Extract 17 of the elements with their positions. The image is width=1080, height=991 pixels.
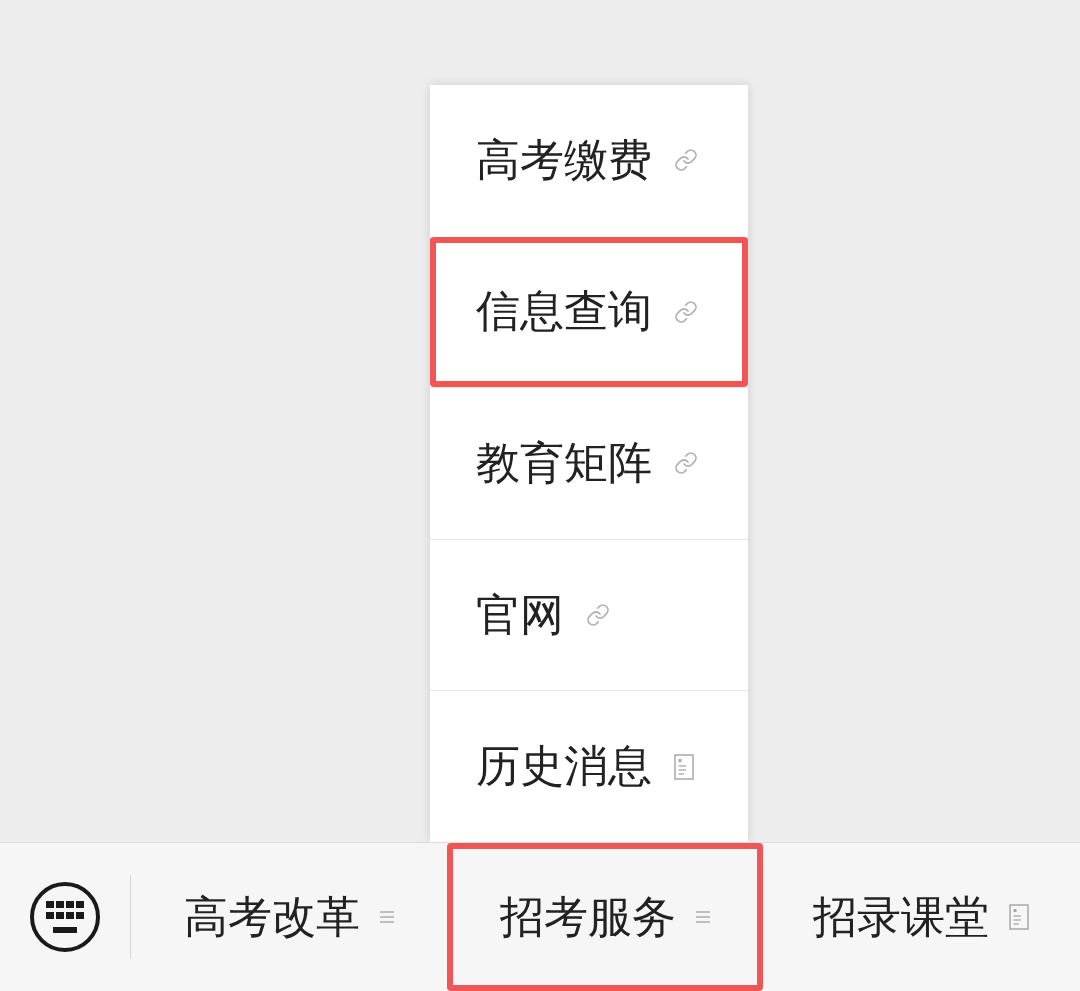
menu-item[interactable]: 官网	[430, 538, 748, 691]
link-icon	[674, 299, 698, 324]
menu-item[interactable]: 历史消息	[430, 690, 748, 842]
menu-tab[interactable]: 招考服务	[447, 843, 763, 991]
list-icon	[696, 910, 710, 924]
link-icon	[674, 451, 698, 476]
link-icon	[674, 148, 698, 173]
menu-tab[interactable]: 高考改革	[131, 843, 447, 991]
link-icon	[586, 603, 610, 628]
document-icon	[674, 753, 694, 780]
keyboard-icon[interactable]	[29, 881, 101, 953]
menu-item[interactable]: 高考缴费	[430, 85, 748, 236]
menu-item[interactable]: 教育矩阵	[430, 387, 748, 539]
list-icon	[380, 910, 394, 924]
document-icon	[1009, 904, 1029, 930]
menu-item[interactable]: 信息查询	[430, 235, 748, 388]
menu-tab[interactable]: 招录课堂	[763, 843, 1079, 991]
